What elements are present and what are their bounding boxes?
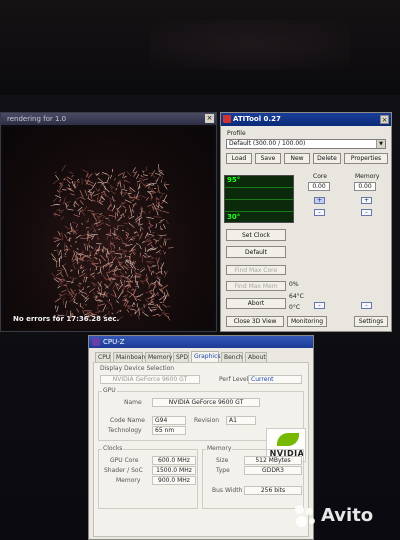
- close-icon[interactable]: ×: [380, 115, 389, 124]
- load-button[interactable]: Load: [226, 153, 252, 164]
- abort-button[interactable]: Abort: [226, 298, 286, 309]
- technology-field: 65 nm: [152, 426, 186, 435]
- perf-level-label: Perf Level: [219, 376, 249, 383]
- graph-gridline: [225, 187, 293, 188]
- set-clock-button[interactable]: Set Clock: [226, 229, 286, 241]
- memory-clock-label: Memory: [116, 477, 141, 484]
- gpu-group-label: GPU: [102, 387, 117, 394]
- memory-group-label: Memory: [206, 445, 233, 452]
- profile-select-value: Default (300.00 / 100.00): [229, 140, 306, 147]
- secondary-temperature: 0°C: [289, 304, 301, 311]
- temp-down-button-2[interactable]: -: [361, 302, 372, 309]
- memory-clock-field[interactable]: 0.00: [354, 182, 376, 191]
- core-label: Core: [313, 173, 327, 180]
- render-status-text: No errors for 17:36.28 sec.: [13, 315, 120, 323]
- graphics-panel: Display Device Selection NVIDIA GeForce …: [93, 362, 309, 537]
- temperature-graph: 95° 30°: [224, 175, 294, 223]
- cpuz-title: CPU-Z: [103, 338, 125, 346]
- tab-memory[interactable]: Memory: [145, 352, 172, 362]
- perf-level-value: Current: [251, 376, 274, 383]
- nvidia-eye-icon: [277, 433, 299, 446]
- size-field: 512 MBytes: [244, 456, 302, 465]
- graph-gridline: [225, 211, 293, 212]
- cpuz-app-icon: [92, 338, 100, 346]
- gpu-name-field: NVIDIA GeForce 9600 GT: [152, 398, 260, 407]
- cpuz-titlebar[interactable]: CPU-Z: [89, 336, 313, 348]
- avito-logo-icon: [294, 504, 318, 528]
- bezel-glare: [150, 20, 350, 70]
- profile-label: Profile: [227, 130, 246, 137]
- code-name-field: G94: [152, 416, 186, 425]
- find-max-mem-button[interactable]: Find Max Mem: [226, 281, 286, 291]
- technology-label: Technology: [108, 427, 142, 434]
- monitoring-button[interactable]: Monitoring: [287, 316, 327, 327]
- memory-up-button[interactable]: +: [361, 197, 372, 204]
- atitool-title: ATITool 0.27: [233, 115, 281, 123]
- core-clock-field[interactable]: 0.00: [308, 182, 330, 191]
- avito-watermark: Avito: [294, 502, 394, 530]
- revision-field: A1: [226, 416, 256, 425]
- close-icon[interactable]: ×: [205, 114, 214, 123]
- shader-field: 1500.0 MHz: [152, 466, 196, 475]
- new-button[interactable]: New: [284, 153, 310, 164]
- atitool-titlebar[interactable]: ATITool 0.27 ×: [221, 113, 391, 126]
- chevron-down-icon[interactable]: ▼: [376, 140, 385, 148]
- tab-bench[interactable]: Bench: [221, 352, 243, 362]
- display-device-label: Display Device Selection: [100, 365, 175, 372]
- cpuz-window[interactable]: CPU-Z CPU Mainboard Memory SPD Graphics …: [88, 335, 314, 540]
- core-down-button[interactable]: -: [314, 209, 325, 216]
- render-window[interactable]: rendering for 1.0 × No errors for 17:36.…: [0, 112, 217, 332]
- render-title: rendering for 1.0: [7, 115, 67, 123]
- temp-down-button[interactable]: -: [314, 302, 325, 309]
- tab-graphics[interactable]: Graphics: [191, 351, 221, 362]
- name-label: Name: [124, 399, 142, 406]
- revision-label: Revision: [194, 417, 220, 424]
- gpu-core-field: 600.0 MHz: [152, 456, 196, 465]
- avito-watermark-text: Avito: [321, 505, 374, 526]
- code-name-label: Code Name: [110, 417, 145, 424]
- bus-width-field: 256 bits: [244, 486, 302, 495]
- core-up-button[interactable]: +: [314, 197, 325, 204]
- graph-max-label: 95°: [227, 176, 241, 184]
- gpu-temperature: 64°C: [289, 293, 304, 300]
- tab-cpu[interactable]: CPU: [95, 352, 111, 362]
- bus-width-label: Bus Width: [212, 487, 243, 494]
- atitool-app-icon: [223, 115, 231, 123]
- render-canvas: No errors for 17:36.28 sec.: [3, 127, 214, 329]
- delete-button[interactable]: Delete: [313, 153, 341, 164]
- size-label: Size: [216, 457, 229, 464]
- find-max-core-button[interactable]: Find Max Core: [226, 265, 286, 275]
- settings-button[interactable]: Settings: [354, 316, 388, 327]
- graph-gridline: [225, 199, 293, 200]
- default-button[interactable]: Default: [226, 246, 286, 258]
- atitool-window[interactable]: ATITool 0.27 × Profile Default (300.00 /…: [220, 112, 392, 332]
- fur-cube-render: [50, 164, 174, 322]
- cpuz-tabs: CPU Mainboard Memory SPD Graphics Bench …: [91, 351, 311, 362]
- type-label: Type: [216, 467, 230, 474]
- close-3d-view-button[interactable]: Close 3D View: [226, 316, 284, 327]
- progress-percent: 0%: [289, 281, 299, 288]
- display-device-select[interactable]: NVIDIA GeForce 9600 GT: [100, 375, 200, 384]
- memory-down-button[interactable]: -: [361, 209, 372, 216]
- tab-spd[interactable]: SPD: [173, 352, 189, 362]
- shader-label: Shader / SoC: [104, 467, 143, 474]
- memory-clock-field: 900.0 MHz: [152, 476, 196, 485]
- graph-min-label: 30°: [227, 213, 241, 221]
- memory-label: Memory: [355, 173, 380, 180]
- profile-select[interactable]: Default (300.00 / 100.00) ▼: [226, 139, 386, 149]
- tab-mainboard[interactable]: Mainboard: [113, 352, 148, 362]
- tab-about[interactable]: About: [245, 352, 267, 362]
- gpu-core-label: GPU Core: [110, 457, 139, 464]
- type-field: GDDR3: [244, 466, 302, 475]
- properties-button[interactable]: Properties: [344, 153, 388, 164]
- perf-level-select[interactable]: Current: [248, 375, 302, 384]
- render-titlebar[interactable]: rendering for 1.0 ×: [1, 113, 216, 125]
- save-button[interactable]: Save: [255, 153, 281, 164]
- clocks-group-label: Clocks: [102, 445, 124, 452]
